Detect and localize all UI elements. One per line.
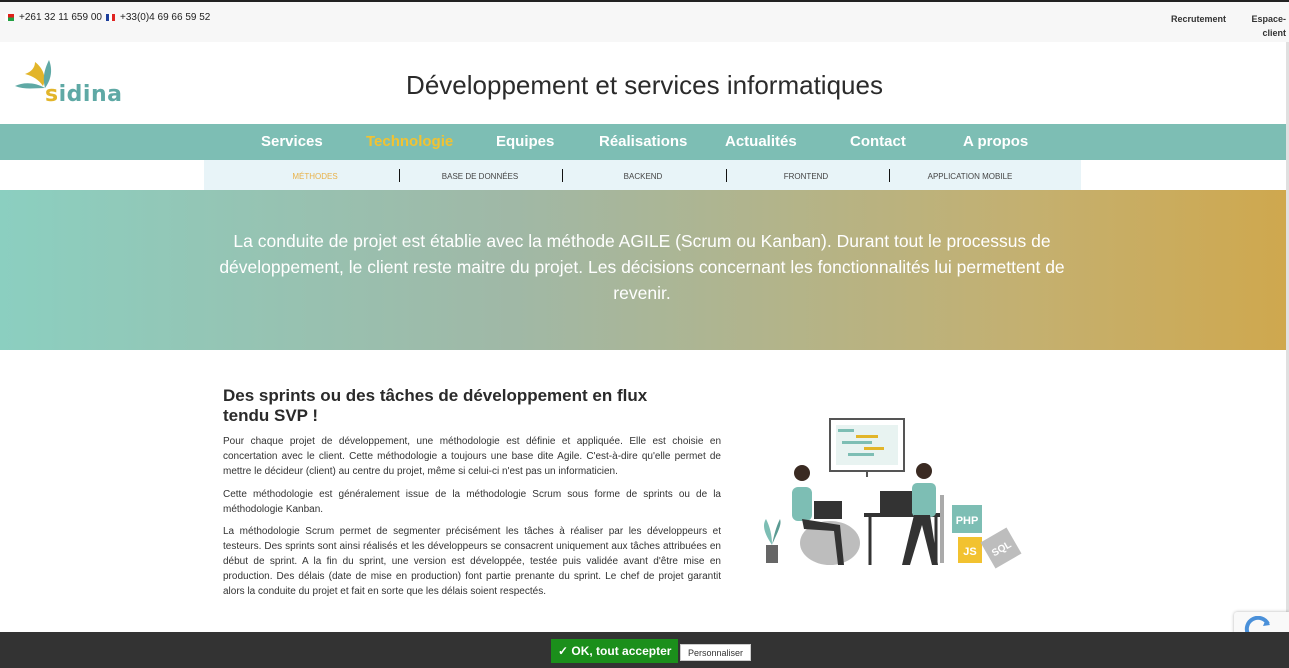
nav-technologie[interactable]: Technologie xyxy=(366,133,453,150)
espace-client-line2: client xyxy=(1262,28,1286,38)
subnav-frontend[interactable]: Frontend xyxy=(724,172,888,181)
phone-fr-number: +33(0)4 69 66 59 52 xyxy=(120,12,211,23)
accept-all-cookies-button[interactable]: ✓ OK, tout accepter xyxy=(551,639,679,663)
phone-france[interactable]: +33(0)4 69 66 59 52 xyxy=(106,12,210,23)
site-title: Développement et services informatiques xyxy=(406,70,883,100)
subnav-methodes[interactable]: Méthodes xyxy=(233,172,397,181)
espace-client-line1: Espace- xyxy=(1251,14,1286,24)
paragraph-2: Cette méthodologie est généralement issu… xyxy=(223,489,721,515)
paragraph-1: Pour chaque projet de développement, une… xyxy=(223,436,721,477)
agile-team-illustration: PHP JS SQL xyxy=(752,415,1027,570)
phone-mg-number: +261 32 11 659 00 xyxy=(19,12,102,23)
france-flag-icon xyxy=(106,14,115,21)
js-badge: JS xyxy=(963,546,976,558)
php-badge: PHP xyxy=(956,515,979,527)
top-bar: +261 32 11 659 00 +33(0)4 69 66 59 52 Re… xyxy=(0,0,1289,42)
paragraph-3: La méthodologie Scrum permet de segmente… xyxy=(223,526,721,597)
subnav-base-donnees[interactable]: Base de données xyxy=(398,172,562,181)
intro-banner: La conduite de projet est établie avec l… xyxy=(0,190,1286,350)
sub-nav: Méthodes Base de données Backend Fronten… xyxy=(204,160,1081,190)
recrutement-link[interactable]: Recrutement xyxy=(1160,12,1226,26)
nav-equipes[interactable]: Equipes xyxy=(496,133,554,150)
banner-text: La conduite de projet est établie avec l… xyxy=(219,231,1065,303)
section-heading: Des sprints ou des tâches de développeme… xyxy=(223,386,648,425)
madagascar-flag-icon xyxy=(5,14,14,21)
recaptcha-badge[interactable] xyxy=(1234,612,1289,635)
nav-actualites[interactable]: Actualités xyxy=(725,133,797,150)
phone-madagascar[interactable]: +261 32 11 659 00 xyxy=(5,12,102,23)
customize-cookies-button[interactable]: Personnaliser xyxy=(680,644,752,661)
espace-client-link[interactable]: Espace- client xyxy=(1240,12,1286,40)
main-nav: Services Technologie Equipes Réalisation… xyxy=(0,124,1289,160)
subnav-application-mobile[interactable]: Application mobile xyxy=(888,172,1052,181)
nav-services[interactable]: Services xyxy=(261,133,323,150)
nav-apropos[interactable]: A propos xyxy=(963,133,1028,150)
cookie-consent-bar: ✓ OK, tout accepter Personnaliser xyxy=(0,632,1289,668)
nav-contact[interactable]: Contact xyxy=(850,133,906,150)
subnav-backend[interactable]: Backend xyxy=(561,172,725,181)
nav-realisations[interactable]: Réalisations xyxy=(599,133,687,150)
